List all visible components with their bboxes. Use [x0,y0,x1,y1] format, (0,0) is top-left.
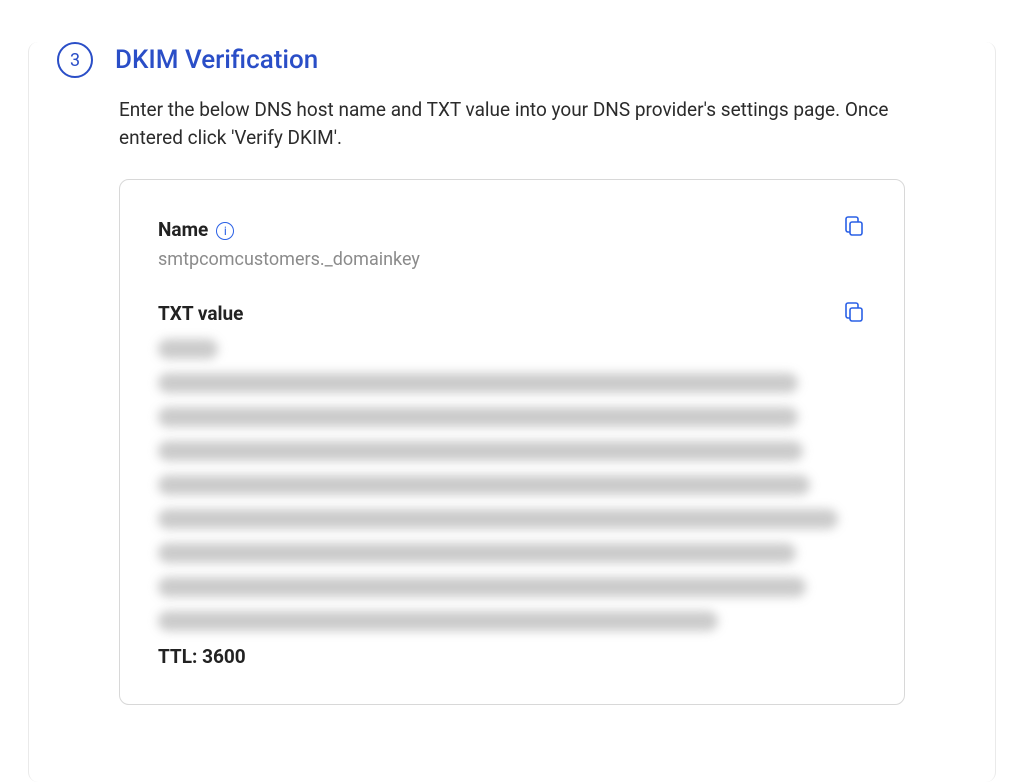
step-header: 3 DKIM Verification [29,42,995,78]
step-card: 3 DKIM Verification Enter the below DNS … [28,42,996,782]
step-instruction: Enter the below DNS host name and TXT va… [119,96,899,151]
name-label: Name [158,218,208,241]
ttl-value: 3600 [202,645,246,668]
ttl-row: TTL: 3600 [158,645,866,668]
txt-value-redacted [158,339,866,627]
step-number-badge: 3 [57,42,93,78]
name-label-row: Name i [158,218,234,241]
dns-record-card: Name i smtpcomcustomers._domainkey TXT v… [119,179,905,705]
name-value: smtpcomcustomers._domainkey [158,249,866,270]
copy-txt-button[interactable] [842,300,866,328]
info-icon[interactable]: i [216,222,234,240]
name-field: Name i smtpcomcustomers._domainkey [158,218,866,270]
ttl-label: TTL: [158,645,197,668]
txt-field: TXT value [158,270,866,668]
step-number: 3 [70,50,80,71]
step-title: DKIM Verification [115,45,318,75]
copy-icon [842,300,866,324]
copy-name-button[interactable] [842,214,866,242]
txt-label: TXT value [158,302,243,325]
copy-icon [842,214,866,238]
